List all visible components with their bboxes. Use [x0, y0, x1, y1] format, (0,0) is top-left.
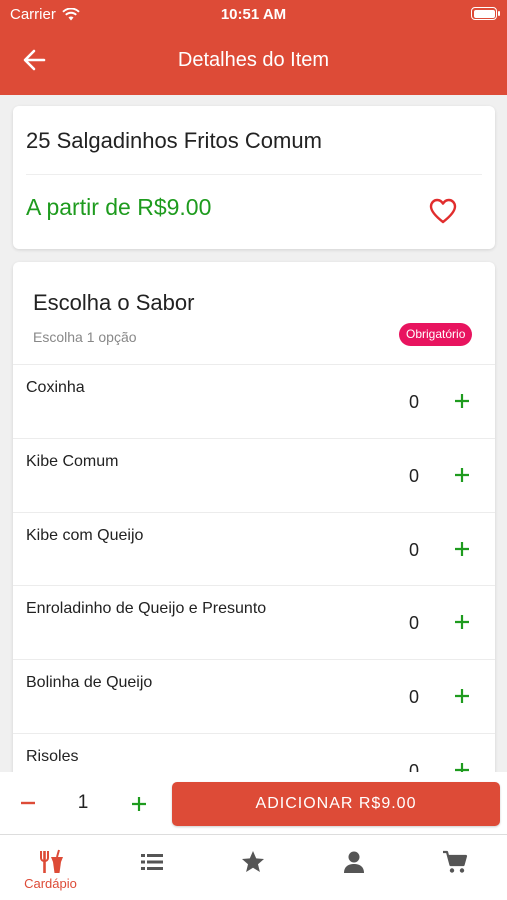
option-name: Kibe com Queijo: [26, 526, 144, 544]
option-quantity: 0: [408, 687, 419, 708]
option-row: Coxinha 0: [13, 364, 495, 438]
option-name: Enroladinho de Queijo e Presunto: [26, 600, 267, 618]
option-increment-button[interactable]: [450, 537, 474, 561]
option-name: Kibe Comum: [26, 452, 119, 470]
tab-cart[interactable]: [404, 835, 505, 900]
option-row: Bolinha de Queijo 0: [13, 659, 495, 733]
option-name: Risoles: [26, 747, 79, 765]
tab-favorites[interactable]: [202, 835, 303, 900]
option-quantity: 0: [408, 465, 419, 486]
header: Carrier 10:51 AM Detalhes do Item: [0, 0, 507, 95]
required-badge: Obrigatório: [399, 323, 473, 346]
star-icon: [242, 851, 264, 872]
item-card: 25 Salgadinhos Fritos Comum A partir de …: [13, 106, 495, 249]
option-increment-button[interactable]: [450, 463, 474, 487]
favorite-button[interactable]: [428, 197, 458, 225]
options-list: Coxinha 0 Kibe Comum 0 Kibe com Queijo 0…: [13, 364, 495, 807]
add-to-cart-bar: 1 ADICIONAR R$9.00: [0, 772, 507, 834]
option-row: Kibe Comum 0: [13, 437, 495, 512]
item-price: A partir de R$9.00: [26, 194, 212, 220]
minus-icon: [21, 801, 35, 805]
plus-icon: [455, 467, 469, 482]
divider: [26, 174, 482, 175]
option-row: Kibe com Queijo 0: [13, 511, 495, 586]
plus-icon: [455, 541, 469, 556]
options-card: Escolha o Sabor Escolha 1 opção Obrigató…: [13, 262, 495, 822]
option-row: Enroladinho de Queijo e Presunto 0: [13, 585, 495, 659]
tab-label: Cardápio: [24, 876, 77, 891]
nav-bar: Detalhes do Item: [0, 30, 507, 90]
plus-icon: [455, 615, 469, 630]
decrease-quantity-button[interactable]: [16, 794, 40, 812]
clock: 10:51 AM: [220, 6, 287, 23]
quantity-value: 1: [77, 792, 89, 813]
tab-cardapio[interactable]: Cardápio: [0, 835, 101, 900]
heart-icon: [429, 198, 457, 224]
cart-icon: [443, 850, 468, 873]
page-title: Detalhes do Item: [177, 49, 330, 71]
plus-icon: [132, 797, 146, 811]
increase-quantity-button[interactable]: [127, 792, 151, 816]
plus-icon: [455, 394, 469, 408]
tab-bar: Cardápio: [0, 834, 507, 900]
tab-profile[interactable]: [303, 835, 404, 900]
option-quantity: 0: [408, 392, 419, 412]
item-name: 25 Salgadinhos Fritos Comum: [26, 128, 322, 153]
add-to-cart-button[interactable]: ADICIONAR R$9.00: [172, 782, 500, 826]
option-name: Bolinha de Queijo: [26, 674, 153, 692]
user-icon: [344, 851, 364, 873]
utensils-icon: [40, 849, 63, 873]
option-name: Coxinha: [26, 379, 85, 396]
status-bar: Carrier 10:51 AM: [0, 0, 507, 30]
section-subtitle: Escolha 1 opção: [33, 329, 137, 345]
list-icon: [141, 854, 163, 870]
section-title: Escolha o Sabor: [33, 290, 195, 315]
option-increment-button[interactable]: [450, 389, 474, 413]
option-increment-button[interactable]: [450, 610, 474, 634]
tab-list[interactable]: [101, 835, 202, 900]
option-quantity: 0: [408, 539, 419, 560]
battery-icon: [471, 7, 500, 20]
option-increment-button[interactable]: [450, 684, 474, 708]
option-quantity: 0: [408, 613, 419, 634]
plus-icon: [455, 689, 469, 704]
